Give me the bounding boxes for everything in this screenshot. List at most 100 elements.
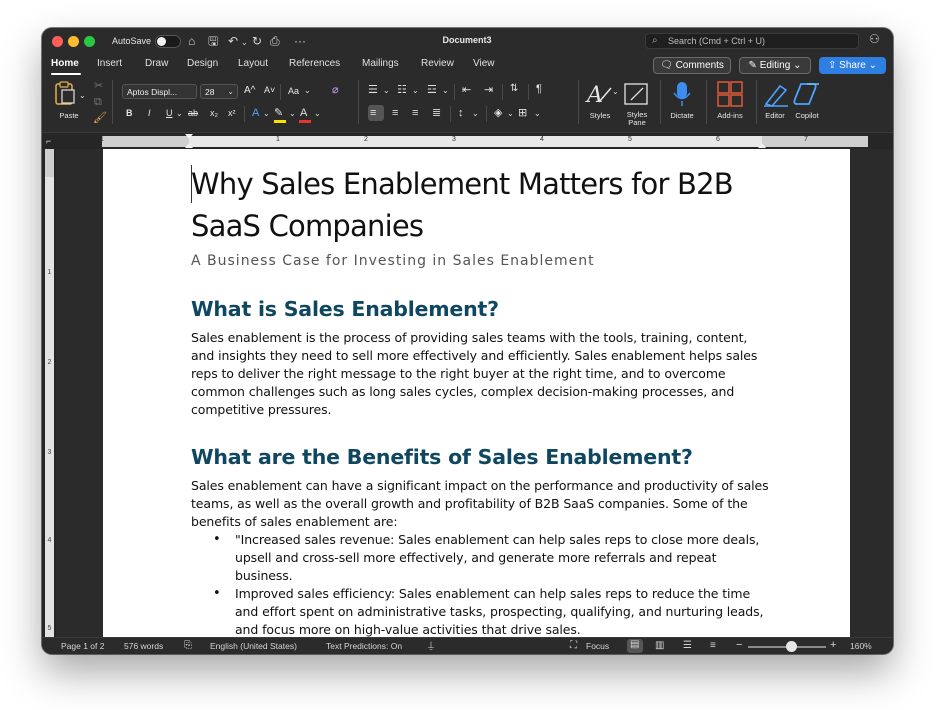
copilot-button[interactable]	[793, 80, 821, 108]
chevron-down-icon[interactable]: ⌄	[412, 85, 419, 97]
chevron-down-icon[interactable]: ⌄	[507, 108, 514, 120]
account-icon[interactable]: ⚇	[869, 32, 880, 46]
styles-gallery-button[interactable]: A	[585, 80, 613, 108]
editor-button[interactable]	[762, 80, 790, 108]
list-item[interactable]: "Increased sales revenue: Sales enableme…	[191, 531, 771, 585]
shading-icon[interactable]: ◈	[494, 107, 502, 119]
italic-button[interactable]: I	[148, 108, 151, 118]
section-heading-what-is[interactable]: What is Sales Enablement?	[191, 297, 771, 321]
language-status[interactable]: English (United States)	[210, 641, 297, 651]
text-predictions-status[interactable]: Text Predictions: On	[326, 641, 402, 651]
page-count[interactable]: Page 1 of 2	[61, 641, 104, 651]
first-line-indent-marker[interactable]	[185, 134, 193, 139]
section-heading-benefits[interactable]: What are the Benefits of Sales Enablemen…	[191, 445, 771, 469]
undo-dropdown-icon[interactable]: ⌄	[241, 35, 248, 51]
font-color-icon[interactable]: A	[300, 107, 307, 119]
comments-button[interactable]: 🗨 Comments	[653, 57, 731, 74]
search-box[interactable]: ⌕ Search (Cmd + Ctrl + U)	[645, 33, 859, 49]
document-title-heading[interactable]: Why Sales Enablement Matters for B2B Saa…	[191, 163, 771, 247]
chevron-down-icon[interactable]: ⌄	[612, 86, 619, 98]
document-page[interactable]: Why Sales Enablement Matters for B2B Saa…	[103, 149, 850, 637]
undo-icon[interactable]: ↶	[228, 33, 238, 49]
right-indent-marker[interactable]	[758, 143, 766, 148]
cut-icon[interactable]: ✂	[94, 80, 103, 92]
accessibility-icon[interactable]: ⍊	[428, 640, 434, 651]
vertical-ruler[interactable]: 1 2 3 4 5	[42, 149, 56, 637]
tab-draw[interactable]: Draw	[145, 58, 168, 69]
autosave-toggle[interactable]	[155, 35, 181, 48]
document-subtitle[interactable]: A Business Case for Investing in Sales E…	[191, 253, 771, 269]
print-icon[interactable]: ⎙	[270, 33, 280, 49]
decrease-indent-icon[interactable]: ⇤	[462, 84, 471, 96]
shrink-font-button[interactable]: A˅	[264, 85, 275, 95]
chevron-down-icon[interactable]: ⌄	[304, 85, 311, 97]
paste-options-chevron-icon[interactable]: ⌄	[79, 90, 86, 102]
zoom-level[interactable]: 160%	[850, 641, 872, 651]
chevron-down-icon[interactable]: ⌄	[472, 108, 479, 120]
grow-font-button[interactable]: A^	[244, 85, 255, 96]
clear-formatting-icon[interactable]: ⌀	[332, 84, 339, 96]
outline-view-icon[interactable]: ☰	[683, 640, 692, 651]
bullets-icon[interactable]: ☰	[368, 84, 378, 96]
superscript-button[interactable]: x²	[228, 108, 236, 118]
tab-home[interactable]: Home	[51, 58, 79, 69]
borders-icon[interactable]: ⊞	[518, 107, 527, 119]
document-canvas[interactable]: Why Sales Enablement Matters for B2B Saa…	[56, 149, 893, 637]
chevron-down-icon[interactable]: ⌄	[314, 108, 321, 120]
format-painter-icon[interactable]: 🖌	[93, 112, 107, 124]
print-layout-view-button[interactable]: ▤	[627, 639, 643, 653]
zoom-out-button[interactable]: −	[736, 639, 742, 651]
tab-layout[interactable]: Layout	[238, 58, 268, 69]
tab-insert[interactable]: Insert	[97, 58, 122, 69]
zoom-slider-knob[interactable]	[786, 641, 797, 652]
styles-pane-button[interactable]	[623, 80, 651, 108]
numbering-icon[interactable]: ☷	[397, 84, 407, 96]
vertical-scrollbar[interactable]	[881, 149, 891, 637]
word-count[interactable]: 576 words	[124, 641, 163, 651]
tab-design[interactable]: Design	[187, 58, 218, 69]
close-window-button[interactable]	[52, 36, 63, 47]
addins-button[interactable]	[716, 80, 744, 108]
save-icon[interactable]: 🖫	[208, 33, 218, 49]
paste-button[interactable]	[53, 80, 77, 106]
sort-icon[interactable]: ⇅	[510, 83, 518, 95]
document-content[interactable]: Why Sales Enablement Matters for B2B Saa…	[191, 163, 771, 637]
bold-button[interactable]: B	[126, 108, 133, 118]
zoom-window-button[interactable]	[84, 36, 95, 47]
tab-mailings[interactable]: Mailings	[362, 58, 399, 69]
align-right-icon[interactable]: ≡	[412, 107, 418, 119]
strikethrough-button[interactable]: ab	[188, 108, 198, 118]
editing-mode-button[interactable]: ✎ Editing ⌄	[739, 57, 811, 74]
focus-icon[interactable]: ⛶	[570, 640, 577, 651]
font-name-select[interactable]: Aptos Displ...	[122, 84, 197, 99]
tab-references[interactable]: References	[289, 58, 340, 69]
paragraph-benefits-intro[interactable]: Sales enablement can have a significant …	[191, 477, 771, 531]
share-button[interactable]: ⇪ Share ⌄	[819, 57, 886, 74]
tab-review[interactable]: Review	[421, 58, 454, 69]
focus-mode-button[interactable]: Focus	[586, 641, 609, 651]
line-spacing-icon[interactable]: ↕	[458, 107, 464, 119]
paragraph-definition[interactable]: Sales enablement is the process of provi…	[191, 329, 771, 419]
tab-view[interactable]: View	[473, 58, 495, 69]
subscript-button[interactable]: x₂	[210, 108, 218, 118]
draft-view-icon[interactable]: ≡	[710, 640, 716, 651]
change-case-button[interactable]: Aa	[288, 86, 299, 96]
underline-button[interactable]: U	[166, 108, 173, 118]
align-left-button[interactable]: ≡	[368, 105, 384, 121]
justify-icon[interactable]: ≣	[432, 107, 441, 119]
copy-icon[interactable]: ⧉	[94, 96, 102, 108]
more-icon[interactable]: ···	[294, 33, 306, 49]
chevron-down-icon[interactable]: ⌄	[383, 85, 390, 97]
dictate-button[interactable]	[668, 80, 696, 108]
multilevel-list-icon[interactable]: ☲	[427, 84, 437, 96]
horizontal-ruler[interactable]: ⌐ 1 1 2 3 4 5 6 7	[42, 132, 893, 149]
proofing-icon[interactable]: ⎘	[184, 640, 192, 651]
minimize-window-button[interactable]	[68, 36, 79, 47]
text-effects-icon[interactable]: A	[252, 107, 259, 119]
list-item[interactable]: Improved sales efficiency: Sales enablem…	[191, 585, 771, 637]
highlight-icon[interactable]: ✎	[274, 107, 283, 119]
increase-indent-icon[interactable]: ⇥	[484, 84, 493, 96]
redo-icon[interactable]: ↻	[252, 33, 262, 49]
align-center-icon[interactable]: ≡	[392, 107, 398, 119]
chevron-down-icon[interactable]: ⌄	[176, 108, 183, 120]
